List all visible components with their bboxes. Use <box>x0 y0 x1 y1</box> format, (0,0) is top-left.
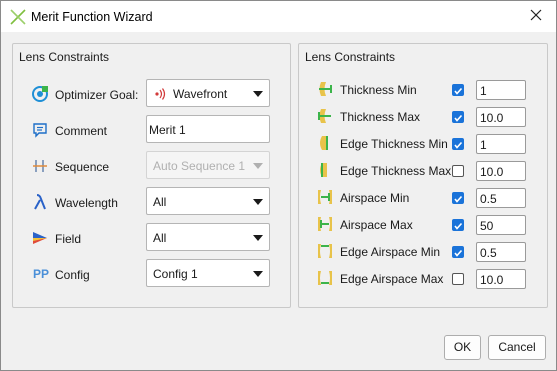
thickness-min-input[interactable]: 1 <box>476 80 526 100</box>
edge-airspace-max-icon <box>316 269 334 287</box>
field-label: Field <box>55 232 82 246</box>
edge-thickness-max-checkbox[interactable] <box>452 165 464 177</box>
edge-airspace-max-checkbox[interactable] <box>452 273 464 285</box>
chevron-down-icon <box>253 271 263 277</box>
sequence-value: Auto Sequence 1 <box>153 159 246 173</box>
config-value: Config 1 <box>153 267 198 281</box>
wizard-window: Merit Function Wizard Lens Constraints O… <box>0 0 557 371</box>
airspace-min-input[interactable]: 0.5 <box>476 188 526 208</box>
wavelength-select[interactable]: All <box>146 187 270 215</box>
edge-thickness-min-checkbox[interactable] <box>452 138 464 150</box>
airspace-min-icon <box>316 188 334 206</box>
wavelength-value: All <box>153 195 167 209</box>
thickness-max-input[interactable]: 10.0 <box>476 107 526 127</box>
field-icon <box>31 229 49 247</box>
wavefront-icon <box>154 87 166 104</box>
sequence-icon <box>31 157 49 175</box>
comment-icon <box>31 121 49 139</box>
close-icon <box>530 9 542 24</box>
window-title: Merit Function Wizard <box>31 10 153 24</box>
airspace-max-checkbox[interactable] <box>452 219 464 231</box>
thickness-min-icon <box>316 80 334 98</box>
right-constraints-panel: Lens Constraints Thickness Min 1 Thickne… <box>298 43 548 308</box>
panel-title: Lens Constraints <box>305 50 396 64</box>
airspace-max-icon <box>316 215 334 233</box>
left-constraints-panel: Lens Constraints Optimizer Goal: Wavefro… <box>12 43 291 308</box>
airspace-min-checkbox[interactable] <box>452 192 464 204</box>
thickness-max-icon <box>316 107 334 125</box>
chevron-down-icon <box>253 91 263 97</box>
edge-thickness-max-label: Edge Thickness Max <box>340 164 452 178</box>
cancel-button[interactable]: Cancel <box>488 335 546 360</box>
sequence-label: Sequence <box>55 160 110 174</box>
ok-button[interactable]: OK <box>444 335 481 360</box>
thickness-min-label: Thickness Min <box>340 83 417 97</box>
edge-thickness-max-icon <box>316 161 334 179</box>
config-label: Config <box>55 268 90 282</box>
airspace-min-label: Airspace Min <box>340 191 410 205</box>
comment-label: Comment <box>55 124 108 138</box>
sequence-select[interactable]: Auto Sequence 1 <box>146 151 270 179</box>
edge-airspace-max-input[interactable]: 10.0 <box>476 269 526 289</box>
optimizer-goal-value: Wavefront <box>173 87 228 101</box>
optimizer-goal-select[interactable]: Wavefront <box>146 79 270 107</box>
thickness-max-checkbox[interactable] <box>452 111 464 123</box>
comment-input[interactable]: Merit 1 <box>146 115 270 143</box>
wavelength-label: Wavelength <box>55 196 118 210</box>
config-icon: PP <box>32 267 49 281</box>
wavelength-icon <box>31 193 49 211</box>
edge-airspace-min-label: Edge Airspace Min <box>340 245 441 259</box>
edge-airspace-min-checkbox[interactable] <box>452 246 464 258</box>
config-select[interactable]: Config 1 <box>146 259 270 287</box>
field-select[interactable]: All <box>146 223 270 251</box>
comment-value: Merit 1 <box>149 123 186 137</box>
chevron-down-icon <box>253 235 263 241</box>
edge-thickness-max-input[interactable]: 10.0 <box>476 161 526 181</box>
panel-title: Lens Constraints <box>19 50 110 64</box>
edge-thickness-min-input[interactable]: 1 <box>476 134 526 154</box>
title-bar: Merit Function Wizard <box>1 1 556 32</box>
chevron-down-icon <box>253 163 263 169</box>
thickness-min-checkbox[interactable] <box>452 84 464 96</box>
field-value: All <box>153 231 167 245</box>
airspace-max-label: Airspace Max <box>340 218 413 232</box>
app-icon <box>10 9 26 25</box>
close-button[interactable] <box>516 1 556 32</box>
thickness-max-label: Thickness Max <box>340 110 421 124</box>
edge-airspace-min-input[interactable]: 0.5 <box>476 242 526 262</box>
optimizer-goal-label: Optimizer Goal: <box>55 88 139 102</box>
chevron-down-icon <box>253 199 263 205</box>
edge-thickness-min-label: Edge Thickness Min <box>340 137 448 151</box>
edge-airspace-max-label: Edge Airspace Max <box>340 272 444 286</box>
edge-thickness-min-icon <box>316 134 334 152</box>
edge-airspace-min-icon <box>316 242 334 260</box>
optimizer-goal-icon <box>31 85 49 103</box>
airspace-max-input[interactable]: 50 <box>476 215 526 235</box>
